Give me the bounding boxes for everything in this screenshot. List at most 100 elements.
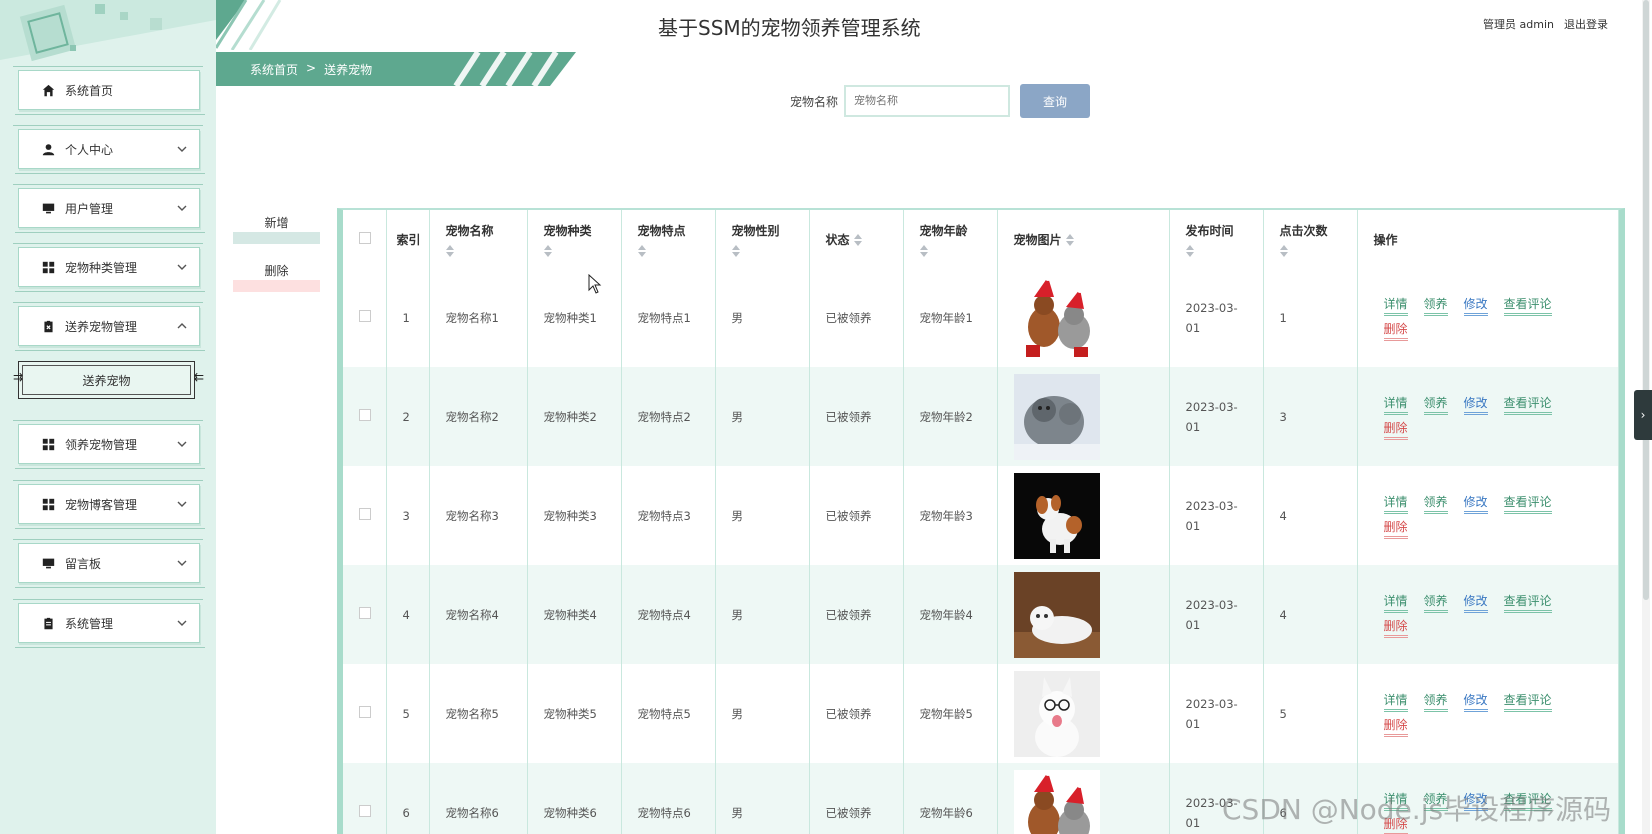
header-name[interactable]: 宠物名称	[429, 210, 528, 268]
sort-icon[interactable]	[637, 244, 646, 257]
cell-ops: 详情 领养 修改 查看评论删除	[1357, 565, 1619, 664]
detail-link[interactable]: 详情	[1383, 493, 1408, 514]
edit-link[interactable]: 修改	[1463, 592, 1488, 613]
edit-link[interactable]: 修改	[1463, 493, 1488, 514]
clipboard-x-icon	[41, 319, 55, 333]
sort-icon[interactable]	[445, 244, 454, 257]
select-all-checkbox[interactable]	[359, 231, 371, 244]
sidebar-subitem-rehome-pet[interactable]: ⇉ 送养宠物 ⇇	[13, 361, 204, 399]
header-feature[interactable]: 宠物特点	[621, 210, 716, 268]
delete-button[interactable]: 删除	[233, 262, 320, 292]
chevron-down-icon	[177, 202, 187, 212]
sidebar-item-adopt-pet-management[interactable]: 领养宠物管理	[13, 420, 205, 469]
sort-icon[interactable]	[543, 244, 552, 257]
scrollbar-thumb[interactable]	[1643, 0, 1649, 600]
row-checkbox[interactable]	[359, 508, 371, 520]
row-select-cell	[343, 565, 387, 664]
sort-icon[interactable]	[1065, 234, 1074, 246]
edit-link[interactable]: 修改	[1463, 691, 1488, 712]
view-comments-link[interactable]: 查看评论	[1503, 691, 1552, 712]
cell-age: 宠物年龄1	[903, 268, 998, 367]
sort-icon[interactable]	[1185, 244, 1194, 257]
row-checkbox[interactable]	[359, 409, 371, 421]
view-comments-link[interactable]: 查看评论	[1503, 493, 1552, 514]
view-comments-link[interactable]: 查看评论	[1503, 394, 1552, 415]
row-checkbox[interactable]	[359, 607, 371, 619]
cell-name: 宠物名称2	[429, 367, 528, 466]
sidebar-item-pet-type-management[interactable]: 宠物种类管理	[13, 243, 205, 292]
expand-handle[interactable]: ›	[1634, 390, 1652, 440]
header-gender[interactable]: 宠物性别	[715, 210, 810, 268]
cell-age: 宠物年龄5	[903, 664, 998, 763]
sidebar-item-home[interactable]: 系统首页	[13, 66, 205, 115]
add-button[interactable]: 新增	[233, 214, 320, 244]
header-publish-time[interactable]: 发布时间	[1169, 210, 1264, 268]
adopt-link[interactable]: 领养	[1423, 394, 1448, 415]
row-checkbox[interactable]	[359, 805, 371, 817]
row-select-cell	[343, 763, 387, 834]
user-info: 管理员 admin 退出登录	[1483, 16, 1608, 32]
sort-icon[interactable]	[919, 244, 928, 257]
chevron-down-icon	[177, 143, 187, 153]
row-checkbox[interactable]	[359, 706, 371, 718]
detail-link[interactable]: 详情	[1383, 295, 1408, 316]
detail-link[interactable]: 详情	[1383, 691, 1408, 712]
sidebar-item-pet-blog-management[interactable]: 宠物博客管理	[13, 480, 205, 529]
search-bar: 宠物名称 查询	[790, 84, 1091, 118]
sort-icon[interactable]	[853, 234, 862, 246]
query-button[interactable]: 查询	[1020, 84, 1091, 118]
sort-icon[interactable]	[1279, 244, 1288, 257]
sort-icon[interactable]	[731, 244, 740, 257]
detail-link[interactable]: 详情	[1383, 394, 1408, 415]
row-select-cell	[343, 367, 387, 466]
row-actions: 详情 领养 修改 查看评论删除	[1374, 691, 1564, 737]
adopt-link[interactable]: 领养	[1423, 295, 1448, 316]
delete-link[interactable]: 删除	[1383, 419, 1408, 440]
chevron-down-icon	[177, 261, 187, 271]
cell-name: 宠物名称6	[429, 763, 528, 834]
header-age[interactable]: 宠物年龄	[903, 210, 998, 268]
adopt-link[interactable]: 领养	[1423, 691, 1448, 712]
sidebar-item-rehome-pet-management[interactable]: 送养宠物管理	[13, 302, 205, 351]
cell-gender: 男	[715, 763, 810, 834]
header-type[interactable]: 宠物种类	[527, 210, 622, 268]
cell-gender: 男	[715, 466, 810, 565]
delete-link[interactable]: 删除	[1383, 617, 1408, 638]
breadcrumb-home[interactable]: 系统首页	[250, 61, 298, 78]
header-status[interactable]: 状态	[809, 210, 904, 268]
sidebar-item-label: 领养宠物管理	[65, 437, 138, 452]
adopt-link[interactable]: 领养	[1423, 592, 1448, 613]
edit-link[interactable]: 修改	[1463, 394, 1488, 415]
cell-type: 宠物种类3	[527, 466, 622, 565]
pet-table: 索引 宠物名称 宠物种类 宠物特点 宠物性别 状态 宠物年龄 宠物图片 发布时间…	[337, 208, 1625, 834]
cell-index: 6	[386, 763, 430, 834]
table-row: 1 宠物名称1 宠物种类1 宠物特点1 男已被领养 宠物年龄1 2023-03-01 1 详情领…	[343, 268, 1619, 367]
search-input[interactable]	[844, 85, 1011, 117]
header-image-label: 宠物图片	[1013, 232, 1062, 247]
header-clicks-label: 点击次数	[1279, 223, 1328, 238]
header-image[interactable]: 宠物图片	[997, 210, 1170, 268]
adopt-link[interactable]: 领养	[1423, 493, 1448, 514]
cell-image	[997, 565, 1170, 664]
sidebar-item-user-management[interactable]: 用户管理	[13, 184, 205, 233]
sidebar-item-personal-center[interactable]: 个人中心	[13, 125, 205, 174]
row-checkbox[interactable]	[359, 310, 371, 322]
cell-index: 2	[386, 367, 430, 466]
cell-index: 5	[386, 664, 430, 763]
cell-type: 宠物种类2	[527, 367, 622, 466]
delete-link[interactable]: 删除	[1383, 716, 1408, 737]
logout-link[interactable]: 退出登录	[1564, 16, 1608, 32]
view-comments-link[interactable]: 查看评论	[1503, 295, 1552, 316]
header-decoration	[216, 0, 282, 50]
sidebar-item-system-management[interactable]: 系统管理	[13, 599, 205, 648]
cell-feature: 宠物特点5	[621, 664, 716, 763]
pet-image-dog-glasses	[1013, 670, 1100, 757]
delete-link[interactable]: 删除	[1383, 518, 1408, 539]
header-clicks[interactable]: 点击次数	[1263, 210, 1358, 268]
chevron-down-icon	[177, 617, 187, 627]
delete-link[interactable]: 删除	[1383, 320, 1408, 341]
edit-link[interactable]: 修改	[1463, 295, 1488, 316]
sidebar-item-message-board[interactable]: 留言板	[13, 539, 205, 588]
view-comments-link[interactable]: 查看评论	[1503, 592, 1552, 613]
detail-link[interactable]: 详情	[1383, 592, 1408, 613]
